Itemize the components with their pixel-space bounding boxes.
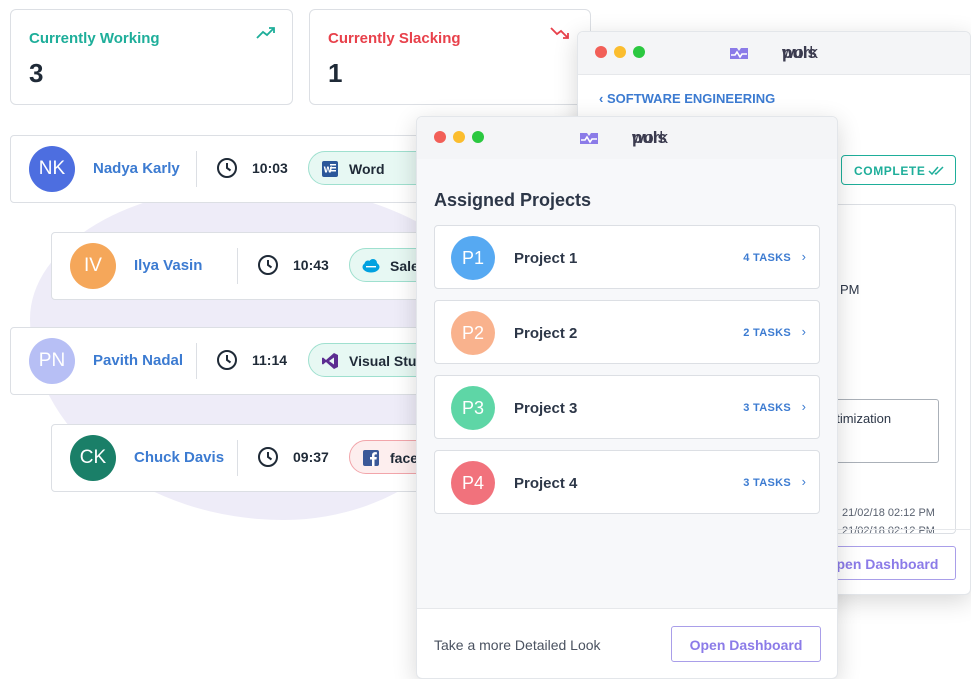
- brand-text-bold: puls: [632, 128, 667, 147]
- open-dashboard-button[interactable]: Open Dashboard: [671, 626, 821, 662]
- maximize-window-button[interactable]: [472, 131, 484, 143]
- stat-value: 1: [328, 58, 343, 88]
- chevron-right-icon: ›: [801, 249, 806, 264]
- chevron-right-icon: ›: [801, 474, 806, 489]
- project-card[interactable]: P1 Project 1 4 TASKS ›: [434, 225, 820, 289]
- stat-card-slacking: Currently Slacking 1: [309, 9, 591, 105]
- facebook-icon: [363, 450, 379, 466]
- divider: [237, 248, 238, 284]
- task-count: 3 TASKS: [743, 477, 791, 489]
- employee-name[interactable]: Ilya Vasin: [134, 257, 202, 274]
- visual-studio-icon: [322, 353, 338, 369]
- employee-row[interactable]: PN Pavith Nadal 11:14 Visual Studi: [10, 327, 488, 395]
- status-badge: COMPLETE: [841, 155, 956, 185]
- divider: [237, 440, 238, 476]
- stat-label: Currently Slacking: [328, 30, 461, 47]
- project-name: Project 3: [514, 400, 578, 417]
- assigned-projects-window: work puls Assigned Projects P1 Project 1 …: [416, 116, 838, 679]
- clock-icon: [258, 447, 278, 467]
- employee-time: 11:14: [252, 352, 288, 368]
- trending-up-icon: [256, 27, 275, 39]
- titlebar: work puls: [417, 117, 837, 160]
- stat-value: 3: [29, 58, 44, 88]
- divider: [196, 151, 197, 187]
- brand-text-bold: puls: [782, 43, 817, 62]
- employee-time: 09:37: [293, 449, 329, 465]
- trending-down-icon: [550, 27, 569, 39]
- minimize-window-button[interactable]: [614, 46, 626, 58]
- workpuls-logo-icon: [730, 48, 748, 59]
- project-avatar: P4: [451, 461, 495, 505]
- project-avatar: P2: [451, 311, 495, 355]
- clock-icon: [217, 158, 237, 178]
- employee-time: 10:03: [252, 160, 288, 176]
- footer-divider: [417, 608, 837, 609]
- project-avatar: P1: [451, 236, 495, 280]
- avatar: PN: [29, 338, 75, 384]
- project-avatar: P3: [451, 386, 495, 430]
- clock-icon: [258, 255, 278, 275]
- back-link[interactable]: ‹ SOFTWARE ENGINEERING: [599, 91, 775, 106]
- workpuls-logo-icon: [580, 133, 598, 144]
- app-name: Sale: [390, 258, 419, 274]
- divider: [196, 343, 197, 379]
- employee-time: 10:43: [293, 257, 329, 273]
- employee-row[interactable]: NK Nadya Karly 10:03 W Word: [10, 135, 488, 203]
- maximize-window-button[interactable]: [633, 46, 645, 58]
- employee-row[interactable]: CK Chuck Davis 09:37 facel: [51, 424, 529, 492]
- close-window-button[interactable]: [434, 131, 446, 143]
- avatar: NK: [29, 146, 75, 192]
- svg-text:W: W: [324, 166, 333, 175]
- chevron-right-icon: ›: [801, 399, 806, 414]
- employee-name[interactable]: Pavith Nadal: [93, 352, 183, 369]
- project-name: Project 1: [514, 250, 578, 267]
- task-count: 3 TASKS: [743, 402, 791, 414]
- chevron-left-icon: ‹: [599, 91, 604, 106]
- project-card[interactable]: P3 Project 3 3 TASKS ›: [434, 375, 820, 439]
- project-name: Project 2: [514, 325, 578, 342]
- clock-icon: [217, 350, 237, 370]
- avatar: IV: [70, 243, 116, 289]
- project-card[interactable]: P2 Project 2 2 TASKS ›: [434, 300, 820, 364]
- project-card[interactable]: P4 Project 4 3 TASKS ›: [434, 450, 820, 514]
- project-name: Project 4: [514, 475, 578, 492]
- page-title: Assigned Projects: [434, 190, 592, 210]
- stat-label: Currently Working: [29, 30, 160, 47]
- chevron-right-icon: ›: [801, 324, 806, 339]
- app-name: Word: [349, 161, 385, 177]
- minimize-window-button[interactable]: [453, 131, 465, 143]
- employee-name[interactable]: Nadya Karly: [93, 160, 180, 177]
- timestamp: 21/02/18 02:12 PM: [842, 507, 935, 519]
- word-icon: W: [322, 161, 338, 177]
- stat-card-working: Currently Working 3: [10, 9, 293, 105]
- task-count: 2 TASKS: [743, 327, 791, 339]
- employee-row[interactable]: IV Ilya Vasin 10:43 Sale: [51, 232, 529, 300]
- avatar: CK: [70, 435, 116, 481]
- double-check-icon: [928, 166, 944, 176]
- time-partial: PM: [840, 282, 860, 297]
- close-window-button[interactable]: [595, 46, 607, 58]
- employee-name[interactable]: Chuck Davis: [134, 449, 224, 466]
- salesforce-icon: [362, 259, 380, 273]
- titlebar: work puls: [578, 32, 970, 75]
- task-count: 4 TASKS: [743, 252, 791, 264]
- footer-text: Take a more Detailed Look: [434, 637, 601, 653]
